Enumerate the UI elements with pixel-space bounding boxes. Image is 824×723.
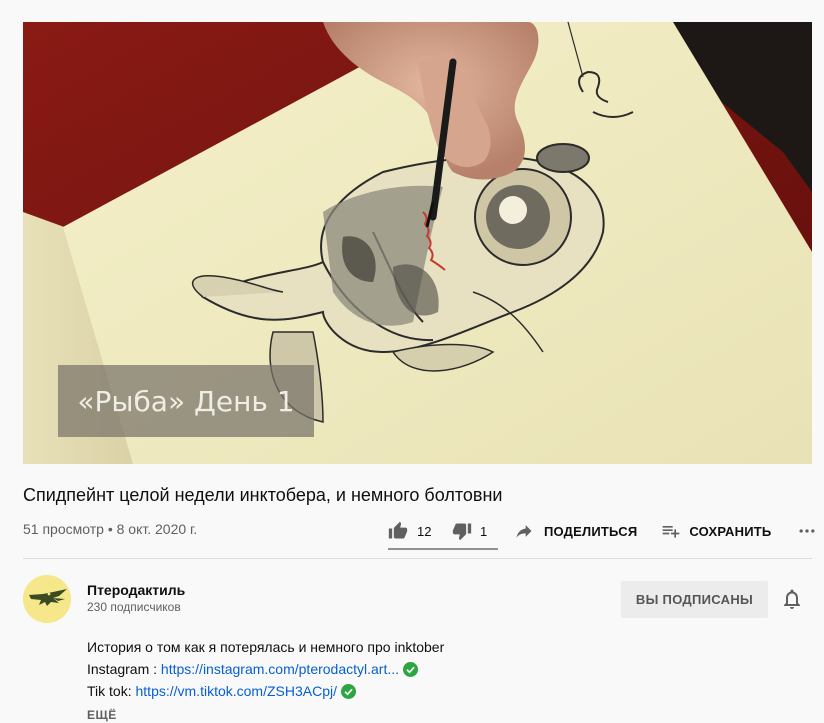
tiktok-prefix: Tik tok: (87, 683, 136, 699)
dislike-button[interactable]: 1 (450, 514, 492, 548)
verified-check-icon (403, 661, 419, 677)
section-divider (23, 558, 812, 559)
video-title: Спидпейнт целой недели инктобера, и немн… (23, 485, 503, 505)
publish-date: 8 окт. 2020 г. (116, 521, 198, 537)
more-actions-button[interactable] (797, 514, 817, 548)
save-button[interactable]: СОХРАНИТЬ (661, 514, 771, 548)
show-more-button[interactable]: ЕЩЁ (87, 708, 117, 722)
channel-name[interactable]: Птеродактиль (87, 582, 185, 598)
thumbs-down-icon (452, 521, 472, 541)
video-meta: 51 просмотр • 8 окт. 2020 г. (23, 521, 197, 537)
share-button[interactable]: ПОДЕЛИТЬСЯ (514, 514, 637, 548)
thumbs-up-icon (388, 521, 408, 541)
instagram-prefix: Instagram : (87, 661, 161, 677)
like-count: 12 (417, 523, 432, 539)
video-actions: 12 1 ПОДЕЛИТЬСЯ СОХРАНИТЬ (380, 514, 817, 548)
share-label: ПОДЕЛИТЬСЯ (544, 523, 638, 539)
verified-check-icon (341, 683, 356, 699)
view-count: 51 просмотр (23, 521, 104, 537)
like-button[interactable]: 12 (380, 514, 450, 548)
dislike-count: 1 (480, 523, 488, 539)
subscribed-button[interactable]: ВЫ ПОДПИСАНЫ (621, 581, 768, 618)
channel-avatar[interactable] (23, 575, 71, 623)
notification-bell-icon[interactable] (780, 587, 804, 611)
share-icon (514, 521, 534, 541)
description-tiktok: Tik tok: https://vm.tiktok.com/ZSH3ACpj/ (87, 683, 356, 699)
like-bar-underline (388, 548, 498, 550)
tiktok-link[interactable]: https://vm.tiktok.com/ZSH3ACpj/ (136, 683, 338, 699)
subscriber-count: 230 подписчиков (87, 600, 181, 614)
pterodactyl-logo-icon (23, 575, 71, 623)
description-line-1: История о том как я потерялась и немного… (87, 639, 445, 655)
video-caption-overlay: «Рыба» День 1 (58, 365, 314, 437)
save-label: СОХРАНИТЬ (689, 523, 772, 539)
instagram-link[interactable]: https://instagram.com/pterodactyl.art... (161, 661, 399, 677)
more-horizontal-icon (797, 521, 817, 541)
meta-separator: • (107, 521, 113, 537)
video-player[interactable]: «Рыба» День 1 (23, 22, 812, 464)
description-instagram: Instagram : https://instagram.com/pterod… (87, 661, 419, 677)
playlist-add-icon (661, 521, 681, 541)
